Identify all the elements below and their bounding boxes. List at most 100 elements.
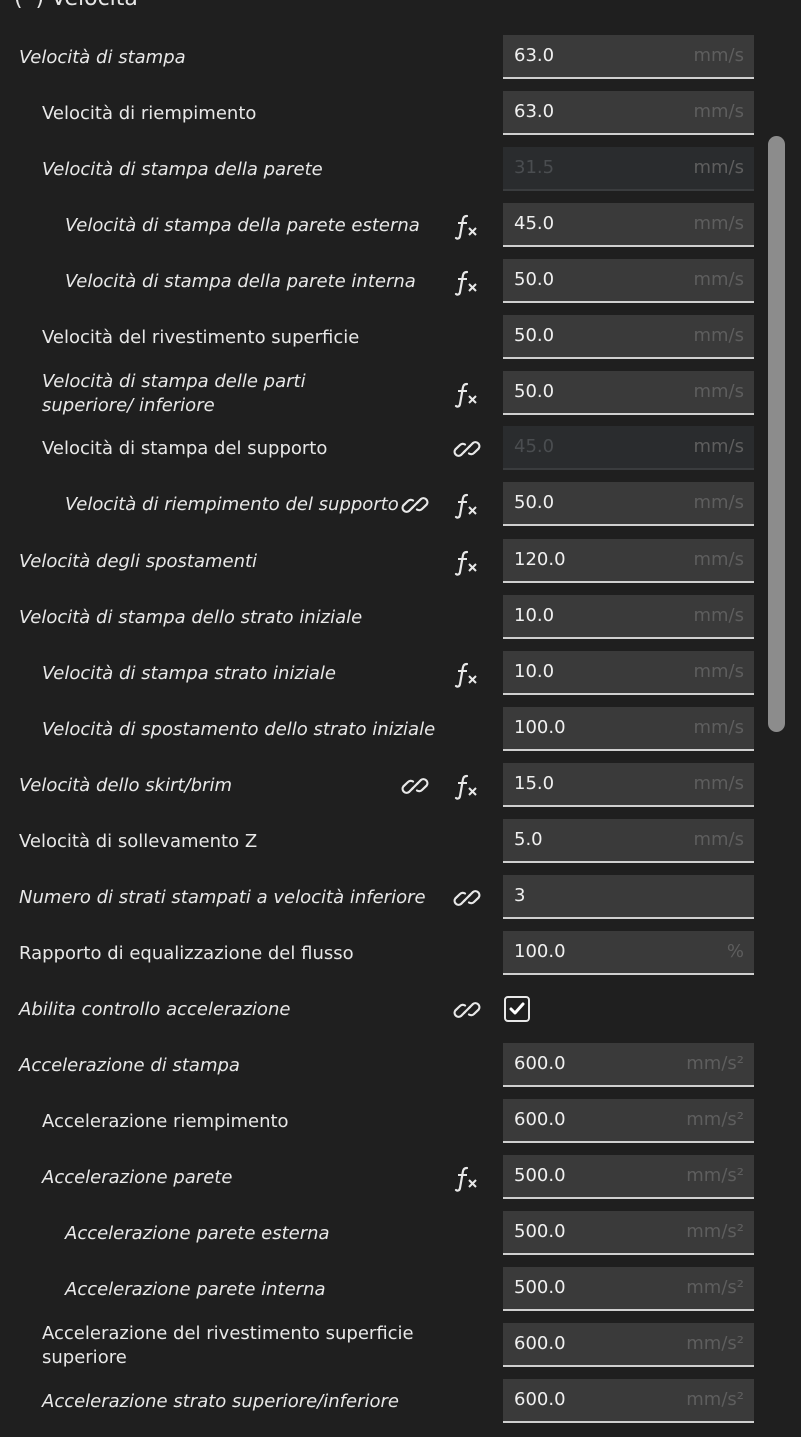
- unit-text: mm/s²: [686, 1109, 744, 1130]
- link-icon[interactable]: [453, 884, 481, 912]
- value-input[interactable]: 600.0 mm/s²: [503, 1379, 754, 1423]
- unit-text: mm/s: [693, 773, 744, 794]
- setting-label: Accelerazione del rivestimento superfici…: [42, 1323, 414, 1368]
- setting-label: Abilita controllo accelerazione: [19, 999, 291, 1020]
- unit-text: mm/s²: [686, 1165, 744, 1186]
- function-icon[interactable]: [453, 268, 481, 296]
- value-input[interactable]: 10.0 mm/s: [503, 651, 754, 695]
- setting-label: Accelerazione parete interna: [65, 1279, 326, 1300]
- setting-label: Velocità di stampa delle parti superiore…: [42, 371, 306, 416]
- function-icon[interactable]: [453, 660, 481, 688]
- setting-row: Velocità di riempimento 63.0 mm/s: [0, 86, 760, 142]
- setting-label: Velocità di stampa della parete esterna: [65, 215, 420, 236]
- link-icon[interactable]: [453, 435, 481, 463]
- link-icon[interactable]: [453, 996, 481, 1024]
- link-icon[interactable]: [401, 491, 429, 519]
- unit-text: mm/s²: [686, 1333, 744, 1354]
- setting-row: Accelerazione parete 500.0 mm/s²: [0, 1150, 760, 1206]
- setting-row: Abilita controllo accelerazione: [0, 982, 760, 1038]
- value-input[interactable]: 45.0 mm/s: [503, 203, 754, 247]
- value-text: 50.0: [514, 381, 555, 402]
- enable-checkbox[interactable]: [504, 996, 530, 1022]
- value-text: 45.0: [514, 436, 555, 457]
- scrollbar-thumb[interactable]: [768, 136, 785, 732]
- setting-row: Velocità di stampa dello strato iniziale…: [0, 590, 760, 646]
- value-input[interactable]: 50.0 mm/s: [503, 482, 754, 526]
- value-text: 600.0: [514, 1053, 566, 1074]
- value-input[interactable]: 31.5 mm/s: [503, 147, 754, 191]
- chevron-down-icon[interactable]: ⌄: [724, 0, 736, 2]
- value-input[interactable]: 120.0 mm/s: [503, 539, 754, 583]
- unit-text: mm/s: [693, 436, 744, 457]
- value-text: 50.0: [514, 492, 555, 513]
- setting-label: Velocità di riempimento: [42, 103, 257, 124]
- unit-text: mm/s: [693, 101, 744, 122]
- value-input[interactable]: 500.0 mm/s²: [503, 1155, 754, 1199]
- value-text: 5.0: [514, 829, 543, 850]
- value-text: 500.0: [514, 1221, 566, 1242]
- value-text: 3: [514, 885, 526, 906]
- setting-label: Rapporto di equalizzazione del flusso: [19, 943, 354, 964]
- setting-label: Velocità di stampa: [19, 47, 186, 68]
- setting-row: Accelerazione parete esterna 500.0 mm/s²: [0, 1206, 760, 1262]
- function-icon[interactable]: [453, 212, 481, 240]
- setting-row: Velocità di spostamento dello strato ini…: [0, 702, 760, 758]
- value-input[interactable]: 100.0 mm/s: [503, 707, 754, 751]
- unit-text: mm/s²: [686, 1389, 744, 1410]
- value-text: 100.0: [514, 941, 566, 962]
- value-input[interactable]: 100.0%: [503, 931, 754, 975]
- value-text: 100.0: [514, 717, 566, 738]
- setting-label: Accelerazione di stampa: [19, 1055, 240, 1076]
- setting-label: Velocità di stampa del supporto: [42, 438, 328, 459]
- value-text: 600.0: [514, 1333, 566, 1354]
- unit-text: mm/s: [693, 45, 744, 66]
- value-input[interactable]: 600.0 mm/s²: [503, 1099, 754, 1143]
- unit-text: mm/s²: [686, 1053, 744, 1074]
- value-input[interactable]: 50.0 mm/s: [503, 315, 754, 359]
- value-input[interactable]: 500.0 mm/s²: [503, 1211, 754, 1255]
- setting-row: Numero di strati stampati a velocità inf…: [0, 870, 760, 926]
- value-input[interactable]: 50.0 mm/s: [503, 259, 754, 303]
- value-input[interactable]: 63.0 mm/s: [503, 35, 754, 79]
- value-input[interactable]: 45.0 mm/s: [503, 426, 754, 470]
- function-icon[interactable]: [453, 548, 481, 576]
- value-input[interactable]: 10.0 mm/s: [503, 595, 754, 639]
- function-icon[interactable]: [453, 772, 481, 800]
- setting-label: Accelerazione strato superiore/inferiore: [42, 1391, 399, 1412]
- setting-row: Velocità di stampa 63.0 mm/s: [0, 30, 760, 86]
- unit-text: %: [726, 941, 744, 962]
- setting-row: Rapporto di equalizzazione del flusso 100…: [0, 926, 760, 982]
- value-text: 50.0: [514, 269, 555, 290]
- setting-label: Numero di strati stampati a velocità inf…: [19, 887, 426, 908]
- unit-text: mm/s: [693, 269, 744, 290]
- checkmark-icon: [509, 1002, 525, 1015]
- value-text: 63.0: [514, 101, 555, 122]
- setting-label: Accelerazione riempimento: [42, 1111, 289, 1132]
- setting-row: Velocità dello skirt/brim 15.0 mm/s: [0, 758, 760, 814]
- setting-label: Velocità di sollevamento Z: [19, 831, 258, 852]
- value-input[interactable]: 600.0 mm/s²: [503, 1043, 754, 1087]
- setting-row: Velocità di stampa strato iniziale 10.0 mm…: [0, 646, 760, 702]
- value-input[interactable]: 63.0 mm/s: [503, 91, 754, 135]
- setting-row: Accelerazione strato superiore/inferiore…: [0, 1374, 760, 1430]
- link-icon[interactable]: [401, 772, 429, 800]
- setting-row: Velocità di riempimento del supporto 50.0…: [0, 477, 760, 533]
- function-icon[interactable]: [453, 380, 481, 408]
- value-input[interactable]: 15.0 mm/s: [503, 763, 754, 807]
- unit-text: mm/s: [693, 325, 744, 346]
- value-input[interactable]: 500.0 mm/s²: [503, 1267, 754, 1311]
- value-text: 45.0: [514, 213, 555, 234]
- value-input[interactable]: 5.0 mm/s: [503, 819, 754, 863]
- value-input[interactable]: 50.0 mm/s: [503, 371, 754, 415]
- setting-row: Accelerazione parete interna 500.0 mm/s²: [0, 1262, 760, 1318]
- value-input[interactable]: 3: [503, 875, 754, 919]
- function-icon[interactable]: [453, 1164, 481, 1192]
- unit-text: mm/s: [693, 717, 744, 738]
- value-text: 500.0: [514, 1277, 566, 1298]
- setting-row: Accelerazione riempimento 600.0 mm/s²: [0, 1094, 760, 1150]
- value-text: 31.5: [514, 157, 555, 178]
- function-icon[interactable]: [453, 491, 481, 519]
- value-text: 50.0: [514, 325, 555, 346]
- value-input[interactable]: 600.0 mm/s²: [503, 1323, 754, 1367]
- section-header[interactable]: (•) Velocità ⌄: [0, 0, 801, 14]
